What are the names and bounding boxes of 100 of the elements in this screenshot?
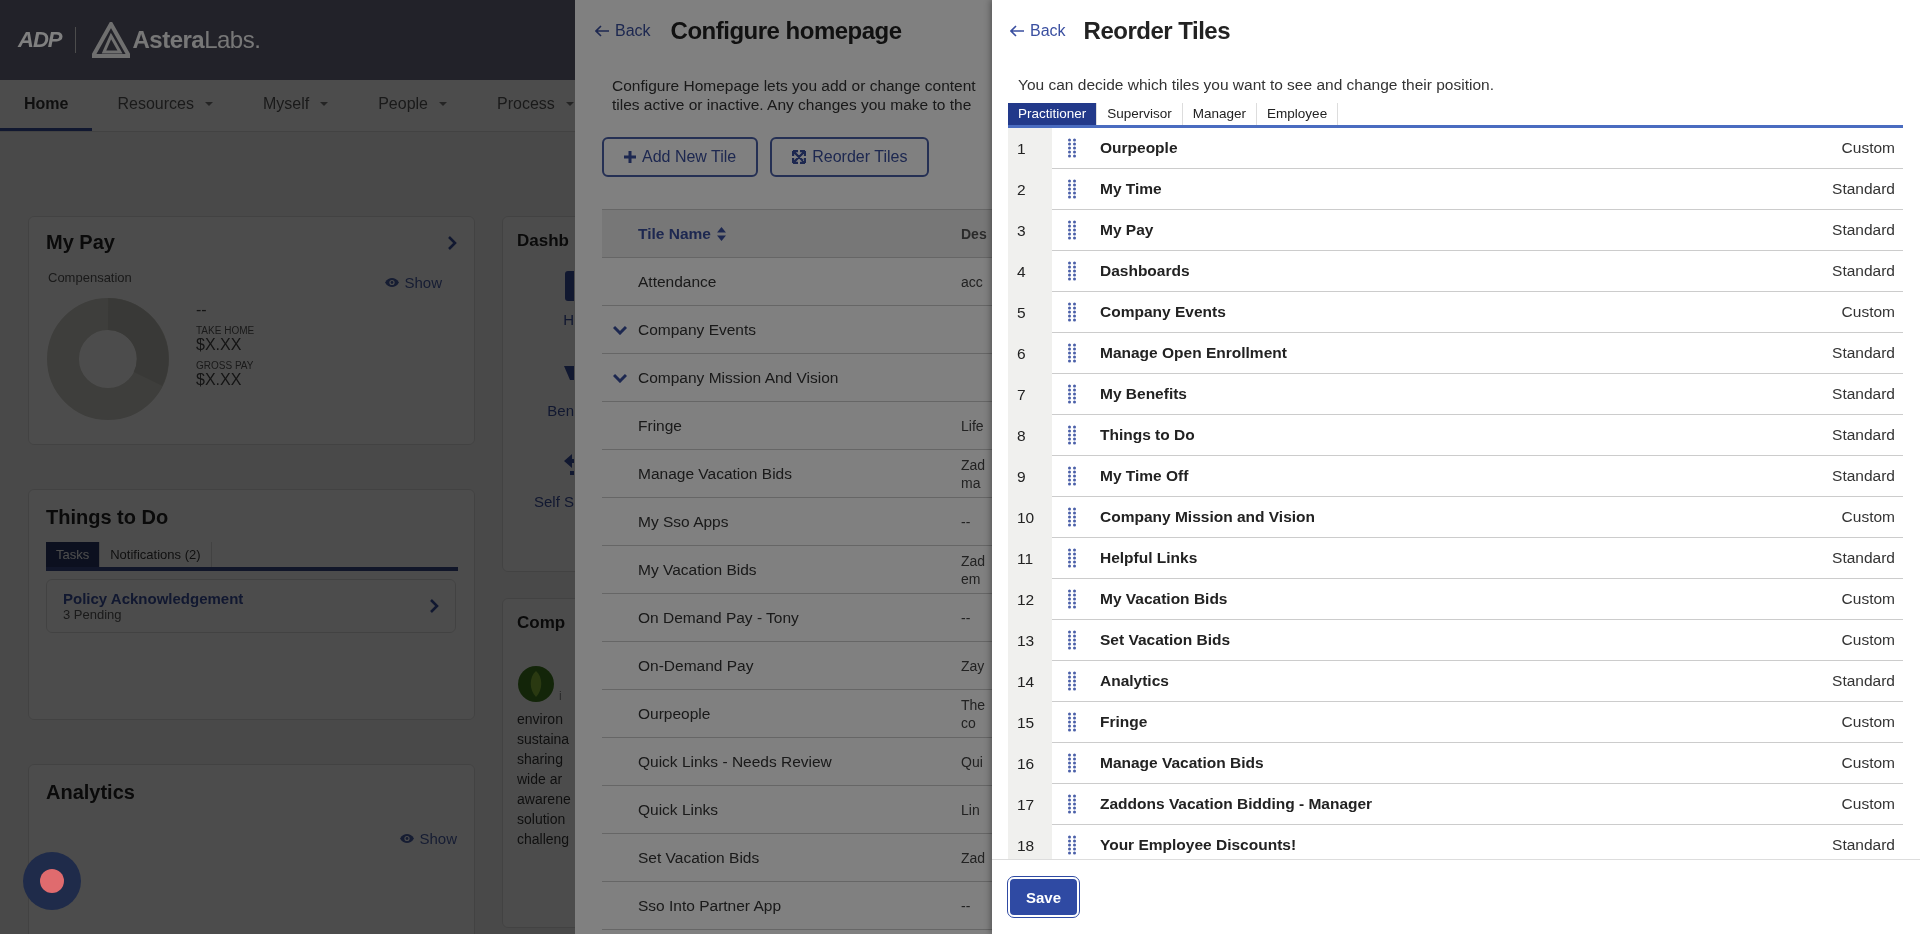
row-number: 16 <box>1008 743 1052 784</box>
tile-type: Custom <box>1841 303 1895 321</box>
tile-type: Custom <box>1841 713 1895 731</box>
tab[interactable]: Employee <box>1257 103 1339 125</box>
pay-amount: $X.XX <box>196 336 243 354</box>
back-link[interactable]: Back <box>595 22 651 40</box>
tile-description: Qui <box>961 752 983 771</box>
dashboard-link[interactable]: H <box>563 311 574 328</box>
row-number: 15 <box>1008 702 1052 743</box>
tile-type: Standard <box>1832 836 1895 854</box>
pay-amount: -- <box>196 301 208 319</box>
tile-name: Fringe <box>1100 713 1149 731</box>
tile-name: Your Employee Discounts! <box>1100 836 1298 854</box>
row-number: 11 <box>1008 538 1052 579</box>
card-title: Dashb <box>517 231 570 251</box>
tile-type: Custom <box>1841 139 1895 157</box>
row-number: 8 <box>1008 415 1052 456</box>
tile-name: Set Vacation Bids <box>1100 631 1232 649</box>
tile-name: Company Events <box>1100 303 1227 321</box>
row-number: 14 <box>1008 661 1052 702</box>
task-title: Policy Acknowledgement <box>63 590 244 607</box>
tile-name: Quick Links - Needs Review <box>638 752 833 771</box>
add-tile-button[interactable]: Add New Tile <box>602 137 759 177</box>
tile-name: Analytics <box>1100 672 1170 690</box>
row-number: 7 <box>1008 374 1052 415</box>
card-title: Analytics <box>46 781 136 804</box>
row-number: 4 <box>1008 251 1052 292</box>
adp-logo: ADP <box>18 27 77 53</box>
tile-description: The co <box>961 695 986 732</box>
reorder-tiles-button[interactable]: Reorder Tiles <box>770 137 930 177</box>
row-number: 9 <box>1008 456 1052 497</box>
tile-description: Zay <box>961 656 985 675</box>
tile-name: On-Demand Pay <box>638 656 755 675</box>
tile-name: My Sso Apps <box>638 512 730 531</box>
row-number: 2 <box>1008 169 1052 210</box>
row-number: 10 <box>1008 497 1052 538</box>
tile-name: Manage Open Enrollment <box>1100 344 1288 362</box>
row-number: 3 <box>1008 210 1052 251</box>
tile-name: Fringe <box>638 416 683 435</box>
tile-name: My Vacation Bids <box>638 560 758 579</box>
tile-description: Lin <box>961 800 980 819</box>
tile-name: Manage Vacation Bids <box>638 464 793 483</box>
tile-description: acc <box>961 272 983 291</box>
row-number: 1 <box>1008 128 1052 169</box>
tile-type: Standard <box>1832 549 1895 567</box>
tile-name: Dashboards <box>1100 262 1191 280</box>
tile-name: Company Mission and Vision <box>1100 508 1317 526</box>
company-logo: AsteraLabs. <box>132 26 261 54</box>
dashboard-link[interactable]: Self S <box>533 493 574 510</box>
back-link[interactable]: Back <box>1010 22 1066 40</box>
nav-tab[interactable]: Home <box>0 80 93 131</box>
tab[interactable]: Notifications (2) <box>100 542 212 567</box>
tile-description: -- <box>961 896 971 915</box>
save-button[interactable]: Save <box>1008 877 1080 917</box>
tab[interactable]: Practitioner <box>1008 103 1098 125</box>
tile-name: My Time <box>1100 180 1163 198</box>
tile-name: My Benefits <box>1100 385 1188 403</box>
tile-name: Company Mission And Vision <box>638 368 840 387</box>
tile-type: Custom <box>1841 754 1895 772</box>
tile-description: Zad <box>961 848 986 867</box>
tile-name: Zaddons Vacation Bidding - Manager <box>1100 795 1374 813</box>
row-number: 12 <box>1008 579 1052 620</box>
tile-type: Standard <box>1832 672 1895 690</box>
tile-name: Things to Do <box>1100 426 1196 444</box>
tile-description: Life <box>961 416 984 435</box>
tile-type: Standard <box>1832 467 1895 485</box>
tile-name: Helpful Links <box>1100 549 1199 567</box>
card-title: Things to Do <box>46 506 170 529</box>
tab[interactable]: Tasks <box>46 542 101 567</box>
row-number: 13 <box>1008 620 1052 661</box>
tile-name: Ourpeople <box>638 704 712 723</box>
tile-name: Manage Vacation Bids <box>1100 754 1265 772</box>
tile-type: Standard <box>1832 262 1895 280</box>
dashboard-link[interactable]: Ben <box>547 402 574 419</box>
tab[interactable]: Manager <box>1182 103 1258 125</box>
tile-type: Standard <box>1832 426 1895 444</box>
company-description: environ sustaina sharing wide ar awarene solution challeng <box>517 710 572 849</box>
tile-description: -- <box>961 512 971 531</box>
tile-name: Set Vacation Bids <box>638 848 761 867</box>
panel-description: Configure Homepage lets you add or change content tiles active or inactive. Any changes you make to the <box>612 76 977 114</box>
row-number: 6 <box>1008 333 1052 374</box>
tile-type: Standard <box>1832 180 1895 198</box>
column-header: Des <box>961 224 987 243</box>
tile-description: -- <box>961 608 971 627</box>
tile-name: My Pay <box>1100 221 1155 239</box>
tile-name: My Vacation Bids <box>1100 590 1229 608</box>
row-number: 17 <box>1008 784 1052 825</box>
tile-name: My Time Off <box>1100 467 1190 485</box>
panel-description: You can decide which tiles you want to see and change their position. <box>1018 76 1495 94</box>
tile-type: Custom <box>1841 508 1895 526</box>
tile-description: Zad ma <box>961 455 986 492</box>
panel-title: Configure homepage <box>670 17 902 45</box>
tile-type: Standard <box>1832 344 1895 362</box>
panel-title: Reorder Tiles <box>1083 17 1231 45</box>
tile-type: Standard <box>1832 385 1895 403</box>
tab[interactable]: Supervisor <box>1097 103 1183 125</box>
column-header[interactable]: Tile Name <box>638 224 961 243</box>
row-number: 18 <box>1008 825 1052 859</box>
tile-name: Quick Links <box>638 800 720 819</box>
row-number: 5 <box>1008 292 1052 333</box>
